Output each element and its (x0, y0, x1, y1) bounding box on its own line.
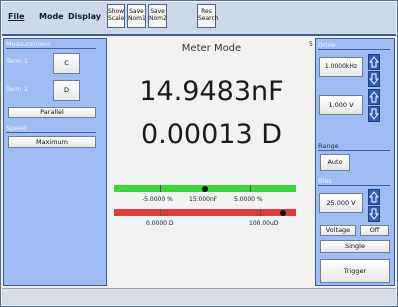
bias-button[interactable]: 25.000 V (319, 193, 363, 213)
save-nom2-button[interactable]: Save Nom2 (148, 4, 167, 28)
menu-file[interactable]: File (8, 10, 24, 24)
status-bar (2, 288, 396, 305)
bias-off-button[interactable]: Off (360, 225, 389, 236)
bar2-label-high: 100.00uD (249, 220, 279, 227)
range-auto-button[interactable]: Auto (320, 154, 350, 171)
bar1-tick-low (160, 185, 161, 192)
single-button[interactable]: Single (320, 240, 390, 253)
speed-label: Speed (6, 124, 27, 132)
secondary-limit-bar (114, 209, 296, 216)
arrow-down-icon (369, 73, 379, 85)
range-label: Range (318, 142, 339, 150)
speed-separator (6, 132, 96, 133)
bias-label: Bias (318, 177, 332, 185)
frequency-up-button[interactable] (368, 54, 380, 70)
measurement-separator (6, 48, 96, 49)
save-nom1-button[interactable]: Save Nom1 (127, 4, 146, 28)
bar1-tick-high (250, 185, 251, 192)
arrow-down-icon (369, 208, 379, 220)
res-search-label-1: Res (201, 8, 212, 15)
show-scale-label-1: Show (108, 8, 125, 15)
frequency-down-button[interactable] (368, 71, 380, 87)
level-down-button[interactable] (368, 106, 380, 122)
secondary-reading: 0.00013 D (140, 119, 283, 150)
speed-button[interactable]: Maximum (8, 136, 96, 148)
bar2-label-low: 0.0000 D (146, 220, 174, 227)
drive-separator (318, 49, 390, 50)
arrow-down-icon (369, 108, 379, 120)
bias-down-button[interactable] (368, 206, 380, 222)
save-nom1-label-2: Nom1 (128, 15, 146, 22)
bar1-label-high: 5.0000 % (234, 196, 263, 203)
term2-label: Term 2 (6, 85, 28, 93)
drive-label: Drive (318, 41, 336, 49)
level-up-button[interactable] (368, 89, 380, 105)
save-nom2-label-1: Save (150, 8, 165, 15)
save-nom1-label-1: Save (129, 8, 144, 15)
show-scale-button[interactable]: Show Scale (107, 4, 125, 28)
meter-mode-title: Meter Mode (181, 43, 242, 54)
term1-label: Term 1 (6, 57, 28, 65)
measurement-panel (3, 38, 107, 286)
primary-reading: 14.9483nF (139, 76, 284, 107)
frequency-button[interactable]: 1.0000kHz (319, 57, 363, 77)
bar2-tick-high (260, 209, 261, 216)
arrow-up-icon (369, 56, 379, 68)
secondary-marker (280, 209, 287, 216)
bias-up-button[interactable] (368, 189, 380, 205)
bias-separator (318, 185, 390, 186)
level-button[interactable]: 1.000 V (319, 95, 363, 115)
primary-marker (202, 185, 208, 192)
bar1-label-nominal: 15.000nF (189, 196, 218, 203)
show-scale-label-2: Scale (108, 15, 125, 22)
corner-mark: 5 (309, 41, 313, 48)
measurement-label: Measurement (6, 40, 51, 48)
res-search-label-2: Search (198, 15, 219, 22)
voltage-button[interactable]: Voltage (320, 225, 356, 236)
menu-mode[interactable]: Mode (39, 10, 64, 24)
bar1-label-low: -5.0000 % (142, 196, 173, 203)
arrow-up-icon (369, 91, 379, 103)
save-nom2-label-2: Nom2 (149, 15, 167, 22)
term1-button[interactable]: C (53, 53, 80, 74)
term2-button[interactable]: D (53, 80, 80, 101)
menu-display[interactable]: Display (68, 10, 101, 24)
range-separator (318, 150, 390, 151)
res-search-button[interactable]: Res Search (197, 4, 219, 28)
trigger-button[interactable]: Trigger (320, 259, 390, 283)
arrow-up-icon (369, 191, 379, 203)
bar2-tick-low (160, 209, 161, 216)
parallel-button[interactable]: Parallel (8, 107, 96, 118)
